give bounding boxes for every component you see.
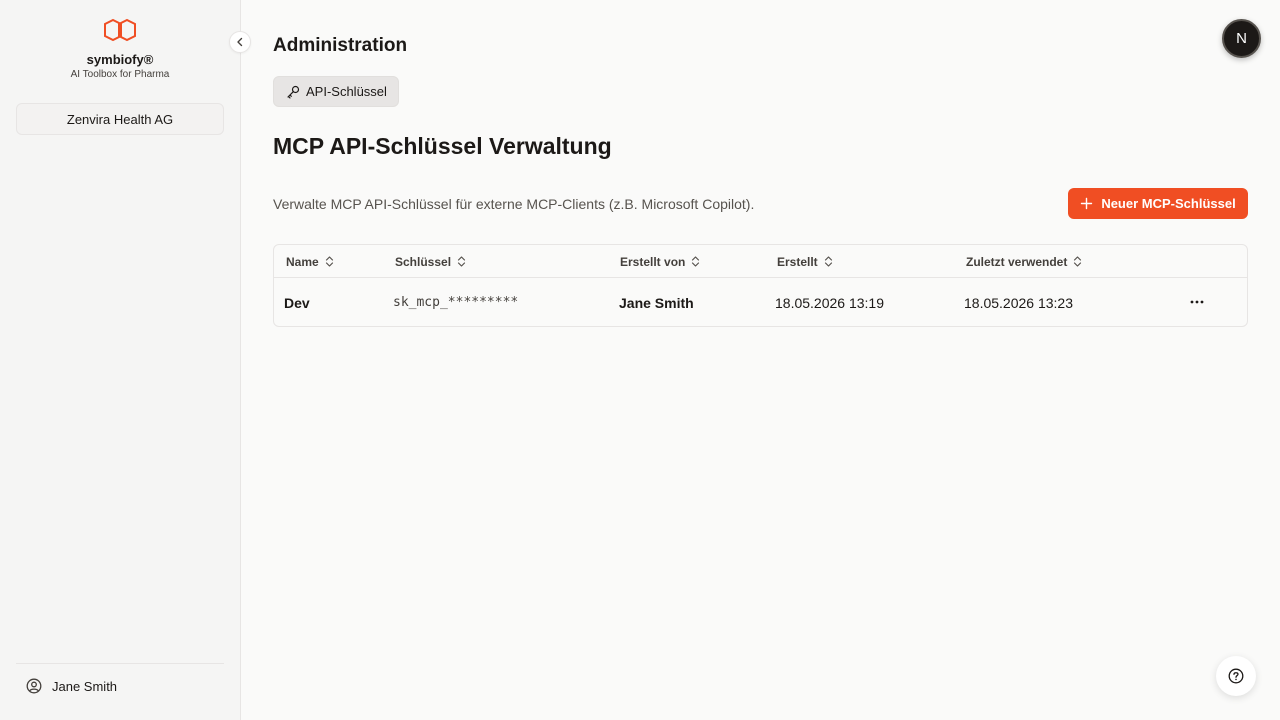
column-header-key[interactable]: Schlüssel bbox=[395, 245, 468, 278]
chevron-left-icon bbox=[235, 37, 245, 47]
organization-name: Zenvira Health AG bbox=[66, 111, 174, 127]
column-header-created[interactable]: Erstellt bbox=[777, 245, 835, 278]
collapse-sidebar-button[interactable] bbox=[229, 31, 251, 53]
new-mcp-key-button[interactable]: Neuer MCP-Schlüssel bbox=[1068, 188, 1248, 219]
column-label: Erstellt von bbox=[620, 254, 686, 269]
table-row: Dev sk_mcp_********* Jane Smith 18.05.20… bbox=[274, 278, 1247, 327]
section-title: Administration bbox=[273, 35, 408, 56]
cell-created-by: Jane Smith bbox=[619, 294, 694, 311]
cell-name: Dev bbox=[284, 294, 310, 311]
organization-selector[interactable]: Zenvira Health AG bbox=[16, 103, 224, 135]
help-button[interactable] bbox=[1216, 656, 1256, 696]
question-circle-icon bbox=[1228, 668, 1244, 684]
sort-icon bbox=[1071, 255, 1084, 268]
page-description: Verwalte MCP API-Schlüssel für externe M… bbox=[273, 196, 755, 212]
api-keys-table: Name Schlüssel Erstellt von Erstellt Zul… bbox=[273, 244, 1248, 327]
plus-icon bbox=[1080, 197, 1093, 210]
key-icon bbox=[286, 85, 300, 99]
brand-tagline: AI Toolbox for Pharma bbox=[70, 69, 170, 80]
sort-icon bbox=[822, 255, 835, 268]
sort-icon bbox=[323, 255, 336, 268]
page-title: MCP API-Schlüssel Verwaltung bbox=[273, 133, 612, 159]
column-header-name[interactable]: Name bbox=[286, 245, 336, 278]
avatar[interactable]: N bbox=[1222, 19, 1261, 58]
sort-icon bbox=[455, 255, 468, 268]
sort-icon bbox=[689, 255, 702, 268]
sidebar: symbiofy® AI Toolbox for Pharma Zenvira … bbox=[0, 0, 241, 720]
tab-label: API-Schlüssel bbox=[306, 84, 387, 99]
logo-icon bbox=[103, 18, 137, 44]
table-header: Name Schlüssel Erstellt von Erstellt Zul… bbox=[274, 245, 1247, 278]
brand: symbiofy® AI Toolbox for Pharma bbox=[0, 18, 240, 80]
column-label: Schlüssel bbox=[395, 254, 452, 269]
main-content: Administration API-Schlüssel MCP API-Sch… bbox=[241, 0, 1280, 720]
brand-name: symbiofy® bbox=[86, 52, 154, 67]
column-label: Name bbox=[286, 254, 319, 269]
column-label: Zuletzt verwendet bbox=[966, 254, 1068, 269]
cell-key: sk_mcp_********* bbox=[393, 295, 519, 310]
column-label: Erstellt bbox=[777, 254, 818, 269]
row-actions-button[interactable] bbox=[1187, 294, 1207, 310]
avatar-letter: N bbox=[1236, 30, 1247, 47]
more-horizontal-icon bbox=[1190, 300, 1204, 304]
tab-api-keys[interactable]: API-Schlüssel bbox=[273, 76, 399, 107]
cell-last-used: 18.05.2026 13:23 bbox=[964, 294, 1073, 311]
user-menu[interactable]: Jane Smith bbox=[26, 678, 117, 694]
user-name: Jane Smith bbox=[52, 678, 118, 694]
new-mcp-key-label: Neuer MCP-Schlüssel bbox=[1101, 196, 1236, 211]
user-circle-icon bbox=[26, 678, 42, 694]
column-header-created-by[interactable]: Erstellt von bbox=[620, 245, 702, 278]
column-header-last-used[interactable]: Zuletzt verwendet bbox=[966, 245, 1084, 278]
cell-created: 18.05.2026 13:19 bbox=[775, 294, 884, 311]
sidebar-divider bbox=[16, 663, 224, 664]
